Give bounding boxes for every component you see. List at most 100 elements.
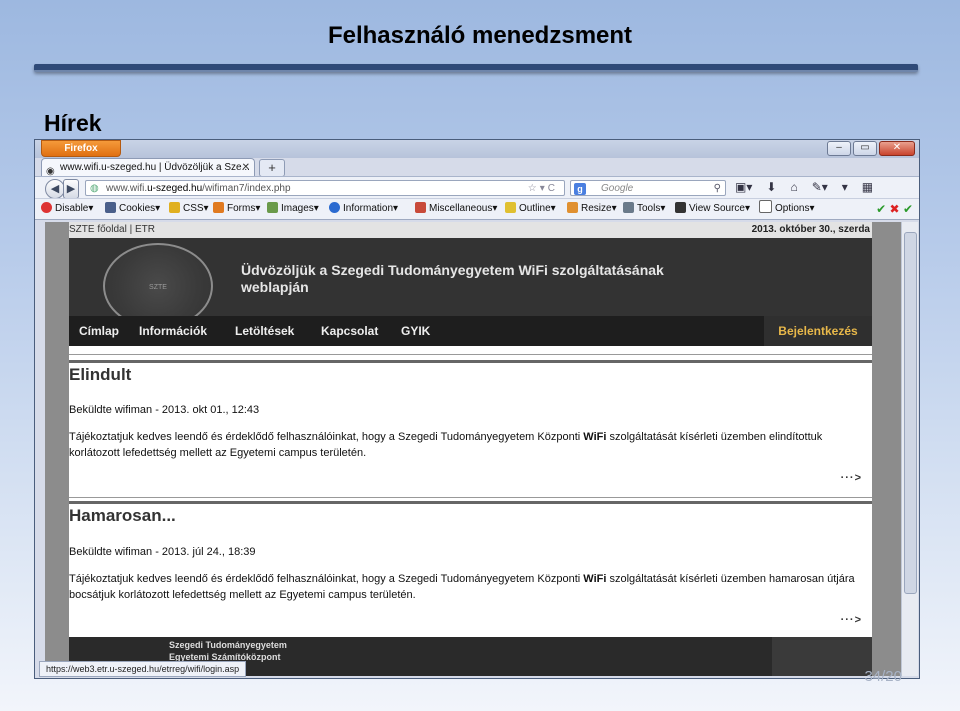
article-divider	[69, 354, 872, 355]
top-strip: SZTE főoldal | ETR 2013. október 30., sz…	[69, 222, 872, 238]
footer-line-1: Szegedi Tudományegyetem	[169, 640, 287, 650]
welcome-heading: Üdvözöljük a Szegedi Tudományegyetem WiF…	[241, 262, 741, 296]
menu-item-home[interactable]: Címlap	[79, 316, 119, 346]
menu-icon[interactable]: ▾	[842, 180, 848, 194]
resize-label: Resize▾	[581, 203, 617, 214]
slide-title: Felhasználó menedzsment	[327, 22, 633, 49]
home-icon[interactable]: ⌂	[790, 180, 797, 194]
images-icon	[267, 202, 278, 213]
back-icon[interactable]: ◀	[45, 179, 65, 199]
information-label: Information▾	[343, 203, 399, 214]
page-number: 34/20	[864, 668, 902, 685]
outline-icon	[505, 202, 516, 213]
footer-panel	[772, 637, 872, 676]
toolbar-icons: ▣▾ ⬇ ⌂ ✎▾ ▾ ▦	[735, 180, 873, 194]
tab-title: www.wifi.u-szeged.hu | Üdvözöljük a Sze.…	[60, 162, 250, 173]
article-title[interactable]: Elindult	[69, 360, 872, 385]
resize-icon	[567, 202, 578, 213]
tools-menu[interactable]: Tools▾	[623, 199, 665, 219]
article-byline: Beküldte wifiman - 2013. júl 24., 18:39	[69, 546, 256, 558]
navigation-bar: ◀ ▶ ◍ www.wifi.u-szeged.hu/wifiman7/inde…	[35, 176, 919, 199]
welcome-line-2: weblapján	[241, 279, 309, 295]
url-prefix: www.wifi.	[106, 183, 148, 194]
url-path: /wifiman7/index.php	[202, 183, 291, 194]
bookmarks-icon[interactable]: ▣▾	[735, 180, 752, 194]
miscellaneous-label: Miscellaneous▾	[429, 203, 498, 214]
options-label: Options▾	[775, 203, 815, 214]
forms-menu[interactable]: Forms▾	[213, 199, 260, 219]
error-icon[interactable]: ✖	[890, 202, 900, 216]
view-source-label: View Source▾	[689, 203, 750, 214]
resize-menu[interactable]: Resize▾	[567, 199, 617, 219]
tab-bar: ◉ www.wifi.u-szeged.hu | Üdvözöljük a Sz…	[35, 158, 919, 177]
search-icon[interactable]: ⚲	[714, 181, 721, 197]
miscellaneous-menu[interactable]: Miscellaneous▾	[415, 199, 497, 219]
menu-item-downloads[interactable]: Letöltések	[235, 316, 294, 346]
status-bar: https://web3.etr.u-szeged.hu/etrreg/wifi…	[39, 661, 247, 677]
article-body: Tájékoztatjuk kedves leendő és érdeklődő…	[69, 571, 859, 603]
close-tab-icon[interactable]: ✕	[242, 159, 250, 176]
information-icon	[329, 202, 340, 213]
check-icon[interactable]: ✔	[903, 202, 913, 216]
addon-icon[interactable]: ✎▾	[812, 180, 828, 194]
check-icon[interactable]: ✔	[876, 202, 886, 216]
view-source-menu[interactable]: View Source▾	[675, 199, 750, 219]
images-menu[interactable]: Images▾	[267, 199, 319, 219]
options-menu[interactable]: Options▾	[759, 199, 814, 219]
window-controls: – ▭ ✕	[827, 141, 915, 156]
options-icon	[759, 200, 772, 213]
forms-icon	[213, 202, 224, 213]
browser-titlebar: Firefox – ▭ ✕	[35, 140, 919, 158]
article-title[interactable]: Hamarosan...	[69, 501, 872, 526]
forward-icon[interactable]: ▶	[63, 179, 79, 199]
disable-label: Disable▾	[55, 203, 94, 214]
login-button[interactable]: Bejelentkezés	[764, 316, 872, 346]
website: SZTE főoldal | ETR 2013. október 30., sz…	[69, 222, 872, 676]
new-tab-button[interactable]: +	[259, 159, 285, 177]
download-icon[interactable]: ⬇	[766, 180, 776, 194]
top-links[interactable]: SZTE főoldal | ETR	[69, 222, 155, 238]
menu-item-contact[interactable]: Kapcsolat	[321, 316, 378, 346]
browser-window: Firefox – ▭ ✕ ◉ www.wifi.u-szeged.hu | Ü…	[34, 139, 920, 679]
maximize-icon[interactable]: ▭	[853, 141, 877, 156]
validation-icons: ✔ ✖ ✔	[876, 199, 913, 219]
outline-menu[interactable]: Outline▾	[505, 199, 556, 219]
url-domain: u-szeged.hu	[147, 183, 203, 194]
close-window-icon[interactable]: ✕	[879, 141, 915, 156]
images-label: Images▾	[281, 203, 319, 214]
main-menu: Címlap Információk Letöltések Kapcsolat …	[69, 316, 872, 346]
article-text-bold: WiFi	[583, 431, 607, 443]
search-input[interactable]: g Google ⚲	[570, 180, 726, 196]
current-date: 2013. október 30., szerda	[751, 224, 870, 235]
address-bar[interactable]: ◍ www.wifi.u-szeged.hu/wifiman7/index.ph…	[85, 180, 565, 196]
outline-label: Outline▾	[519, 203, 556, 214]
web-developer-toolbar: Disable▾ Cookies▾ CSS▾ Forms▾ Images▾ In…	[35, 198, 919, 220]
read-more-link[interactable]: ···>	[841, 614, 862, 626]
browser-tab[interactable]: ◉ www.wifi.u-szeged.hu | Üdvözöljük a Sz…	[41, 158, 255, 176]
css-menu[interactable]: CSS▾	[169, 199, 209, 219]
tools-label: Tools▾	[637, 203, 666, 214]
view-source-icon	[675, 202, 686, 213]
information-menu[interactable]: Information▾	[329, 199, 398, 219]
site-banner: SZTE Üdvözöljük a Szegedi Tudományegyete…	[69, 238, 872, 329]
welcome-line-1: Üdvözöljük a Szegedi Tudományegyetem WiF…	[241, 262, 664, 278]
cookies-label: Cookies▾	[119, 203, 161, 214]
favicon-icon: ◉	[46, 166, 55, 176]
scrollbar-thumb[interactable]	[904, 232, 917, 594]
disable-icon	[41, 202, 52, 213]
disable-menu[interactable]: Disable▾	[41, 199, 93, 219]
article-byline: Beküldte wifiman - 2013. okt 01., 12:43	[69, 404, 260, 416]
vertical-scrollbar[interactable]	[901, 222, 918, 676]
firefox-menu-button[interactable]: Firefox	[41, 140, 121, 157]
menu-item-info[interactable]: Információk	[139, 316, 207, 346]
menu-item-faq[interactable]: GYIK	[401, 316, 430, 346]
cookies-menu[interactable]: Cookies▾	[105, 199, 160, 219]
article-text-bold: WiFi	[583, 573, 607, 585]
article-text-before: Tájékoztatjuk kedves leendő és érdeklődő…	[69, 431, 584, 443]
url-actions-icon[interactable]: ☆▾C	[528, 181, 558, 197]
read-more-link[interactable]: ···>	[841, 472, 862, 484]
screen-icon[interactable]: ▦	[862, 180, 873, 194]
cookies-icon	[105, 202, 116, 213]
minimize-icon[interactable]: –	[827, 141, 851, 156]
tools-icon	[623, 202, 634, 213]
